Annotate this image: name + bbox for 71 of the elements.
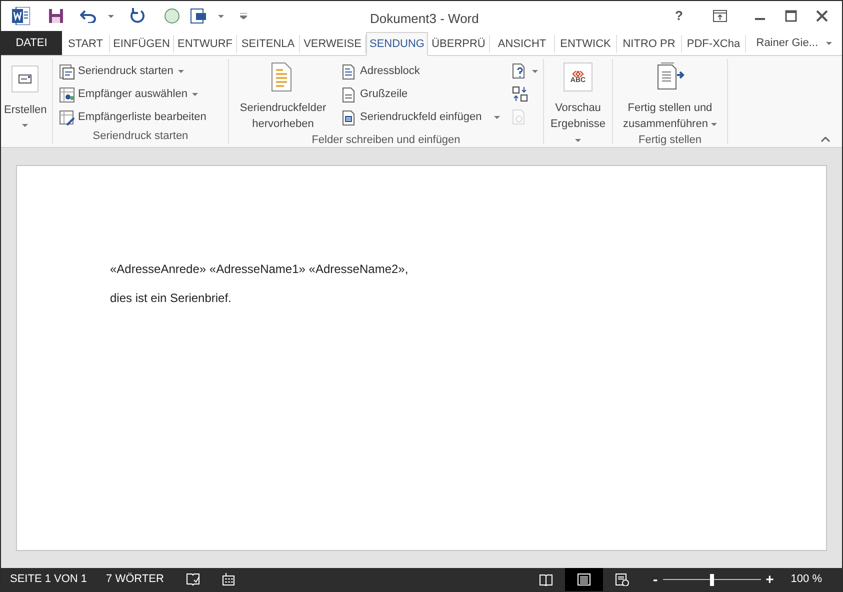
envelope-icon: [11, 65, 40, 93]
ribbon-button[interactable]: Empfänger auswählen: [59, 85, 206, 104]
ribbon-tab[interactable]: ENTWURF: [174, 35, 237, 53]
read-mode-icon: [538, 573, 553, 586]
caret-icon: [826, 42, 832, 44]
macro-icon[interactable]: [222, 573, 235, 586]
ribbon-button[interactable]: Erstellen: [4, 59, 47, 128]
customize-icon[interactable]: [240, 13, 247, 19]
save-icon[interactable]: [48, 8, 64, 24]
ribbon-button[interactable]: Seriendruck starten: [59, 62, 206, 81]
view-button[interactable]: [564, 568, 603, 591]
undo-icon[interactable]: [80, 9, 98, 23]
maximize-icon[interactable]: [785, 10, 797, 22]
window-icon[interactable]: [190, 8, 208, 24]
ribbon-tab[interactable]: SEITENLA: [237, 35, 300, 53]
ribbon-tab[interactable]: ANSICHT: [490, 35, 555, 53]
zoom-level[interactable]: 100 %: [790, 571, 822, 588]
ribbon-tab[interactable]: SENDUNG: [366, 32, 428, 56]
document-icon: [341, 64, 357, 80]
window-title: Dokument3 - Word: [370, 10, 479, 28]
ribbon-display-icon[interactable]: [713, 10, 727, 22]
caret-icon: [494, 116, 500, 119]
caret-icon: [108, 14, 114, 18]
page-count[interactable]: SEITE 1 VON 1: [10, 571, 88, 588]
ribbon-button[interactable]: Fertig stellen und zusammenführen: [616, 59, 724, 132]
caret-icon: [22, 124, 28, 127]
swap-icon[interactable]: [512, 86, 528, 102]
word-logo-icon[interactable]: [12, 7, 30, 25]
zoom-out-button[interactable]: -: [652, 569, 658, 590]
caret-icon: [575, 138, 581, 142]
proofing-icon[interactable]: [186, 573, 200, 586]
caret-icon: [711, 122, 718, 126]
ribbon-tab[interactable]: PDF-XCha: [682, 35, 746, 53]
documents-icon: [59, 64, 75, 80]
caret-icon: [192, 93, 198, 96]
ribbon-tab[interactable]: START: [62, 35, 110, 53]
contacts-icon: [59, 86, 75, 102]
ribbon-button[interactable]: Empfängerliste bearbeiten: [59, 108, 206, 127]
account-name[interactable]: Rainer Gie...: [756, 34, 818, 52]
paragraph-text: dies ist ein Serienbrief.: [110, 290, 232, 307]
ribbon-button[interactable]: Seriendruckfelder hervorheben: [233, 59, 333, 132]
ribbon-button[interactable]: Seriendruckfeld einfügen: [341, 108, 500, 127]
ribbon-tab[interactable]: EINFÜGEN: [110, 35, 174, 53]
print-layout-icon: [576, 573, 591, 586]
circle-icon[interactable]: [164, 8, 180, 24]
close-icon[interactable]: [816, 10, 828, 22]
help-button[interactable]: ?: [672, 6, 686, 26]
zoom-thumb[interactable]: [710, 574, 714, 586]
ribbon-button[interactable]: Adressblock: [341, 62, 500, 81]
group-label: Seriendruck starten: [92, 129, 188, 144]
caret-icon: [218, 14, 224, 18]
document-arrow-icon: [655, 62, 685, 92]
web-layout-icon: [614, 573, 629, 586]
brackets-icon: [572, 70, 584, 76]
document-icon: [341, 86, 357, 102]
caret-icon: [178, 70, 184, 73]
redo-icon[interactable]: [130, 8, 146, 24]
edit-list-icon: [59, 110, 75, 126]
ribbon-tab[interactable]: ÜBERPRÜ: [428, 35, 490, 53]
zoom-in-button[interactable]: +: [766, 569, 774, 590]
ribbon-tab[interactable]: ENTWICK: [555, 35, 617, 53]
paragraph-text: «AdresseAnrede» «AdresseName1» «AdresseName2»,: [110, 261, 408, 278]
file-tab[interactable]: DATEI: [1, 31, 62, 55]
document-icon: [341, 110, 357, 126]
group-label: Felder schreiben und einfügen: [312, 133, 460, 148]
collapse-ribbon-icon[interactable]: [821, 137, 830, 142]
preview-icon: [563, 62, 593, 92]
group-label: Fertig stellen: [638, 133, 702, 148]
word-count[interactable]: 7 WÖRTER: [106, 571, 164, 588]
ribbon-button[interactable]: Grußzeile: [341, 85, 500, 104]
ribbon-tab[interactable]: NITRO PR: [617, 35, 682, 53]
